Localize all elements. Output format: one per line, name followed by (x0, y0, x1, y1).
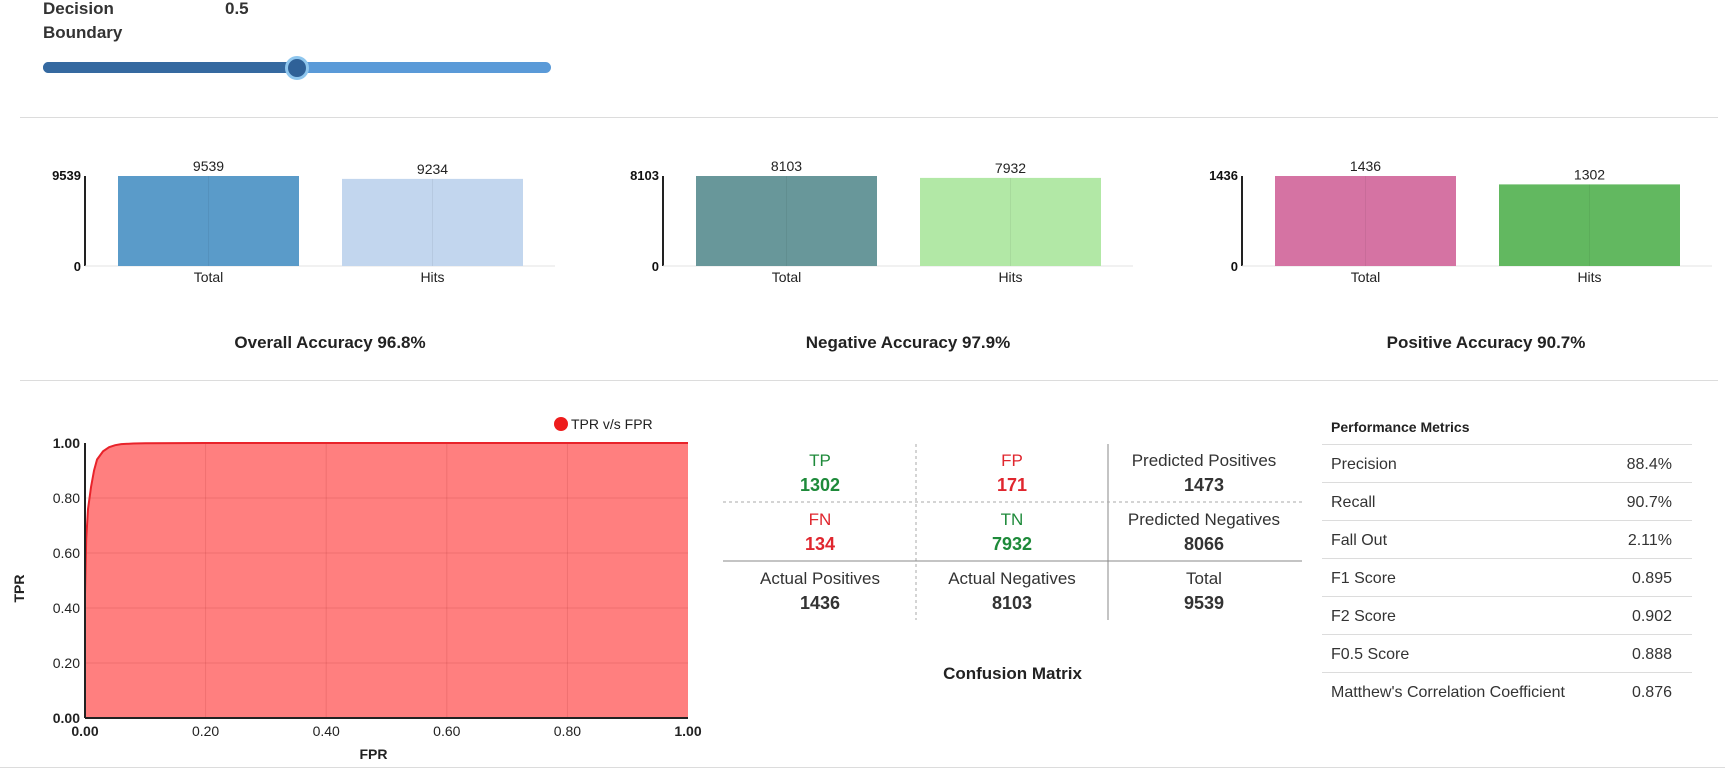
y-tick-label: 0.00 (53, 710, 80, 726)
cm-pred-neg-value: 8066 (1183, 534, 1225, 554)
metric-row: F2 Score 0.902 (1322, 596, 1692, 634)
roc-area (85, 443, 688, 718)
overall-bar-chart: 9539 0 9539 Total 9234 Hits (40, 155, 560, 355)
cm-tn-value: 7932 (991, 534, 1033, 554)
metric-row: Precision 88.4% (1322, 444, 1692, 482)
metric-value: 2.11% (1627, 532, 1672, 549)
metric-name: Recall (1331, 494, 1376, 511)
metric-row: F0.5 Score 0.888 (1322, 634, 1692, 672)
cm-fn-value: 134 (804, 534, 836, 554)
legend-label[interactable]: TPR v/s FPR (571, 416, 653, 432)
metric-value: 0.895 (1631, 570, 1672, 587)
cm-pred-neg-cell: Predicted Negatives 8066 (1108, 508, 1300, 556)
cm-pred-pos-value: 1473 (1183, 475, 1225, 495)
metric-value: 0.888 (1631, 646, 1672, 663)
cm-tp-cell: TP 1302 (724, 449, 916, 497)
negative-accuracy-label: Negative Accuracy 97.9% (805, 333, 1011, 352)
divider (20, 117, 1718, 118)
metric-row: Recall 90.7% (1322, 482, 1692, 520)
cm-tp-value: 1302 (799, 475, 841, 495)
decision-boundary-slider-fill (43, 62, 297, 73)
metric-value: 88.4% (1626, 456, 1672, 473)
metric-row: F1 Score 0.895 (1322, 558, 1692, 596)
decision-boundary-slider-thumb[interactable] (285, 56, 309, 80)
cm-act-neg-cell: Actual Negatives 8103 (916, 567, 1108, 615)
bar-category-label: Hits (1577, 269, 1601, 285)
bar-category-label: Total (772, 269, 802, 285)
x-tick-label: 0.20 (192, 723, 219, 739)
cm-tp-label: TP (809, 451, 831, 470)
cm-tn-label: TN (1000, 510, 1024, 529)
overall-accuracy-label: Overall Accuracy 96.8% (234, 333, 426, 352)
metric-name: Precision (1331, 456, 1397, 473)
metrics-title: Performance Metrics (1331, 419, 1470, 435)
cm-act-neg-value: 8103 (991, 593, 1033, 613)
y-tick-label: 0 (74, 259, 81, 274)
cm-pred-pos-label: Predicted Positives (1131, 451, 1277, 470)
bar-value-label: 9234 (417, 161, 448, 177)
positive-accuracy-label: Positive Accuracy 90.7% (1386, 333, 1586, 352)
bar-category-label: Hits (420, 269, 444, 285)
y-tick-label: 0.40 (53, 600, 80, 616)
negative-bar-chart: 8103 0 8103 Total 7932 Hits (618, 155, 1138, 355)
y-tick-label: 0.60 (53, 545, 80, 561)
y-tick-label: 0 (1231, 259, 1238, 274)
y-tick-label: 1.00 (53, 435, 80, 451)
cm-tn-cell: TN 7932 (916, 508, 1108, 556)
slider-label: Decision Boundary (43, 0, 123, 42)
cm-pred-pos-cell: Predicted Positives 1473 (1108, 449, 1300, 497)
y-tick-label: 0.20 (53, 655, 80, 671)
metric-name: F0.5 Score (1331, 646, 1410, 663)
bar-value-label: 1302 (1574, 166, 1605, 182)
divider (20, 380, 1718, 381)
metric-name: F1 Score (1331, 570, 1396, 587)
bar-value-label: 1436 (1350, 158, 1381, 174)
bar-value-label: 9539 (193, 158, 224, 174)
x-tick-label: 0.40 (313, 723, 340, 739)
cm-total-value: 9539 (1183, 593, 1225, 613)
metric-value: 90.7% (1626, 494, 1672, 511)
bar-category-label: Total (194, 269, 224, 285)
cm-fp-label: FP (1001, 451, 1023, 470)
cm-fn-label: FN (808, 510, 832, 529)
cm-act-pos-value: 1436 (799, 593, 841, 613)
bar-category-label: Hits (998, 269, 1022, 285)
x-tick-label: 0.80 (554, 723, 581, 739)
x-axis-label: FPR (360, 746, 388, 762)
bar-category-label: Total (1351, 269, 1381, 285)
metric-value: 0.876 (1631, 684, 1672, 701)
y-axis-label: TPR (11, 575, 27, 603)
roc-chart: 0.00 0.20 0.40 0.60 0.80 1.00 0.00 0.20 0.40 0.60… (0, 405, 710, 771)
y-tick-label: 0 (652, 259, 659, 274)
metric-name: Matthew's Correlation Coefficient (1331, 684, 1565, 701)
cm-total-label: Total (1186, 569, 1222, 588)
cm-act-pos-cell: Actual Positives 1436 (724, 567, 916, 615)
cm-total-cell: Total 9539 (1108, 567, 1300, 615)
cm-act-neg-label: Actual Negatives (948, 569, 1076, 588)
x-tick-label: 0.60 (433, 723, 460, 739)
slider-value: 0.5 (225, 0, 249, 18)
positive-bar-chart: 1436 0 1436 Total 1302 Hits (1197, 155, 1717, 355)
x-tick-label: 1.00 (674, 723, 701, 739)
metric-value: 0.902 (1631, 608, 1672, 625)
metric-row: Matthew's Correlation Coefficient 0.876 (1322, 672, 1692, 710)
y-tick-label: 9539 (52, 168, 81, 183)
bar-value-label: 8103 (771, 158, 802, 174)
cm-fp-cell: FP 171 (916, 449, 1108, 497)
metric-name: Fall Out (1331, 532, 1388, 549)
bar-value-label: 7932 (995, 160, 1026, 176)
y-tick-label: 1436 (1209, 168, 1238, 183)
cm-fn-cell: FN 134 (724, 508, 916, 556)
cm-pred-neg-label: Predicted Negatives (1127, 510, 1281, 529)
confusion-matrix-title: Confusion Matrix (943, 664, 1082, 683)
legend-marker (554, 417, 568, 431)
metric-row: Fall Out 2.11% (1322, 520, 1692, 558)
bottom-divider (0, 767, 1725, 768)
cm-fp-value: 171 (996, 475, 1028, 495)
y-tick-label: 8103 (630, 168, 659, 183)
metric-name: F2 Score (1331, 608, 1396, 625)
cm-act-pos-label: Actual Positives (760, 569, 880, 588)
y-tick-label: 0.80 (53, 490, 80, 506)
